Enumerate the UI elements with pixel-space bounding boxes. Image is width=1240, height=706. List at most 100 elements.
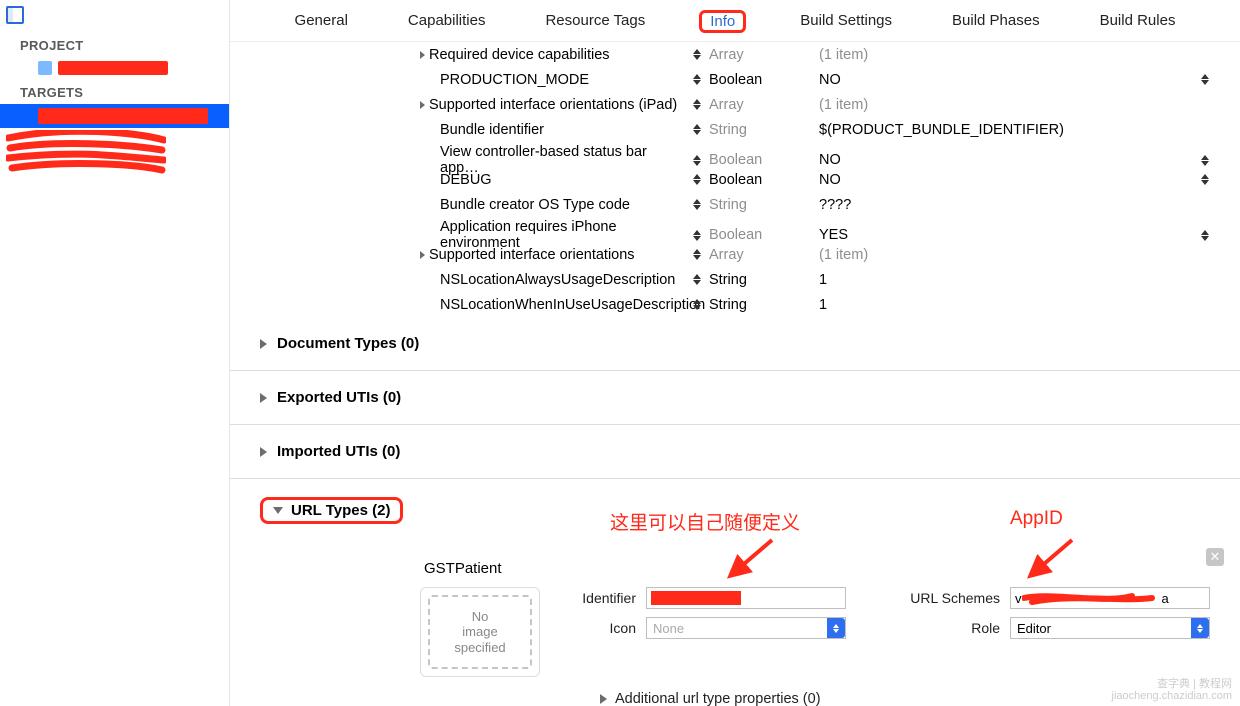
plist-value[interactable]: (1 item) (819, 47, 1190, 63)
stepper-icon[interactable] (685, 249, 709, 260)
section-exported-utis[interactable]: Exported UTIs (0) (230, 371, 1240, 425)
plist-key-label: NSLocationWhenInUseUsageDescription (440, 297, 705, 313)
additional-url-props[interactable]: Additional url type properties (0) (420, 677, 1210, 706)
stepper-icon[interactable] (685, 74, 709, 85)
stepper-icon[interactable] (1190, 155, 1220, 166)
select-arrow-icon (827, 618, 845, 638)
tab-build-phases[interactable]: Build Phases (946, 10, 1046, 33)
tab-build-rules[interactable]: Build Rules (1094, 10, 1182, 33)
tab-general[interactable]: General (289, 10, 354, 33)
plist-value[interactable]: YES (819, 227, 1190, 243)
section-title: Document Types (0) (277, 335, 419, 352)
url-type-item: GSTPatient Noimagespecified Identifier I… (420, 560, 1210, 706)
annotation-appid: AppID (1010, 508, 1063, 530)
section-document-types[interactable]: Document Types (0) (230, 317, 1240, 371)
icon-label: Icon (564, 620, 636, 636)
tab-resource-tags[interactable]: Resource Tags (539, 10, 651, 33)
icon-select[interactable]: None (646, 617, 846, 639)
plist-type: Boolean (709, 152, 819, 168)
role-select[interactable]: Editor (1010, 617, 1210, 639)
plist-key-label: PRODUCTION_MODE (440, 72, 589, 88)
plist-row[interactable]: Supported interface orientations Array(1 … (230, 242, 1240, 267)
plist-table: Required device capabilitiesArray(1 item… (230, 42, 1240, 317)
chevron-right-icon (600, 694, 607, 704)
sidebar: PROJECT TARGETS (0, 0, 230, 706)
stepper-icon[interactable] (685, 299, 709, 310)
plist-type: Array (709, 47, 819, 63)
plist-value[interactable]: 1 (819, 272, 1190, 288)
plist-type: Boolean (709, 172, 819, 188)
stepper-icon[interactable] (685, 174, 709, 185)
plist-row[interactable]: PRODUCTION_MODE BooleanNO (230, 67, 1240, 92)
url-schemes-input[interactable]: v a (1010, 587, 1210, 609)
project-item[interactable] (0, 57, 229, 79)
stepper-icon[interactable] (1190, 230, 1220, 241)
stepper-icon[interactable] (685, 49, 709, 60)
additional-props-label: Additional url type properties (0) (615, 691, 821, 706)
url-type-name: GSTPatient (420, 560, 1210, 577)
arrow-icon (720, 536, 780, 586)
tab-info[interactable]: Info (699, 10, 746, 33)
plist-row[interactable]: Required device capabilities Array(1 item… (230, 42, 1240, 67)
plist-key-label: NSLocationAlwaysUsageDescription (440, 272, 675, 288)
chevron-down-icon (273, 507, 283, 514)
plist-row[interactable]: View controller-based status bar app…Boo… (230, 142, 1240, 167)
plist-key-label: Required device capabilities (429, 47, 610, 63)
target-item[interactable] (0, 104, 229, 128)
chevron-right-icon[interactable] (420, 101, 425, 109)
navigator-toggle-icon[interactable] (6, 6, 24, 24)
plist-row[interactable]: Supported interface orientations (iPad)A… (230, 92, 1240, 117)
plist-value[interactable]: 1 (819, 297, 1190, 313)
stepper-icon[interactable] (685, 230, 709, 241)
content-scroll[interactable]: Required device capabilitiesArray(1 item… (230, 42, 1240, 706)
plist-type: Boolean (709, 227, 819, 243)
url-types-body: 这里可以自己随便定义 AppID ✕ GSTPatient Noimagespe… (230, 542, 1240, 706)
chevron-right-icon[interactable] (420, 251, 425, 259)
tab-build-settings[interactable]: Build Settings (794, 10, 898, 33)
plist-row[interactable]: NSLocationAlwaysUsageDescription String1 (230, 267, 1240, 292)
stepper-icon[interactable] (1190, 74, 1220, 85)
redaction-block (1022, 590, 1162, 606)
plist-type: Boolean (709, 72, 819, 88)
section-title: URL Types (2) (291, 502, 390, 519)
plist-key-label: DEBUG (440, 172, 492, 188)
plist-row[interactable]: NSLocationWhenInUseUsageDescriptionStrin… (230, 292, 1240, 317)
chevron-right-icon[interactable] (420, 51, 425, 59)
stepper-icon[interactable] (685, 155, 709, 166)
plist-row[interactable]: Bundle creator OS Type codeString???? (230, 192, 1240, 217)
identifier-input[interactable] (646, 587, 846, 609)
plist-key-label: Supported interface orientations (429, 247, 635, 263)
plist-value[interactable]: $(PRODUCT_BUNDLE_IDENTIFIER) (819, 122, 1190, 138)
plist-row[interactable]: Bundle identifierString$(PRODUCT_BUNDLE_… (230, 117, 1240, 142)
plist-value[interactable]: (1 item) (819, 247, 1190, 263)
section-title: Imported UTIs (0) (277, 443, 400, 460)
tab-capabilities[interactable]: Capabilities (402, 10, 492, 33)
section-imported-utis[interactable]: Imported UTIs (0) (230, 425, 1240, 479)
plist-value[interactable]: NO (819, 152, 1190, 168)
plist-type: Array (709, 247, 819, 263)
image-well-placeholder: Noimagespecified (428, 595, 532, 669)
plist-value[interactable]: NO (819, 172, 1190, 188)
redaction-scribble (6, 130, 166, 174)
plist-row[interactable]: Application requires iPhone environmentB… (230, 217, 1240, 242)
icon-image-well[interactable]: Noimagespecified (420, 587, 540, 677)
stepper-icon[interactable] (1190, 174, 1220, 185)
close-icon[interactable]: ✕ (1206, 548, 1224, 566)
stepper-icon[interactable] (685, 274, 709, 285)
watermark: 查字典 | 教程网jiaocheng.chazidian.com (1112, 678, 1232, 702)
plist-row[interactable]: DEBUG BooleanNO (230, 167, 1240, 192)
stepper-icon[interactable] (685, 199, 709, 210)
identifier-label: Identifier (564, 590, 636, 606)
plist-value[interactable]: ???? (819, 197, 1190, 213)
targets-section-header: TARGETS (0, 79, 229, 104)
url-schemes-label: URL Schemes (900, 590, 1000, 606)
redaction-block (651, 591, 741, 605)
plist-type: String (709, 272, 819, 288)
stepper-icon[interactable] (685, 99, 709, 110)
plist-key-label: Bundle creator OS Type code (440, 197, 630, 213)
plist-value[interactable]: NO (819, 72, 1190, 88)
annotation-custom: 这里可以自己随便定义 (610, 508, 800, 535)
stepper-icon[interactable] (685, 124, 709, 135)
plist-type: String (709, 297, 819, 313)
plist-value[interactable]: (1 item) (819, 97, 1190, 113)
